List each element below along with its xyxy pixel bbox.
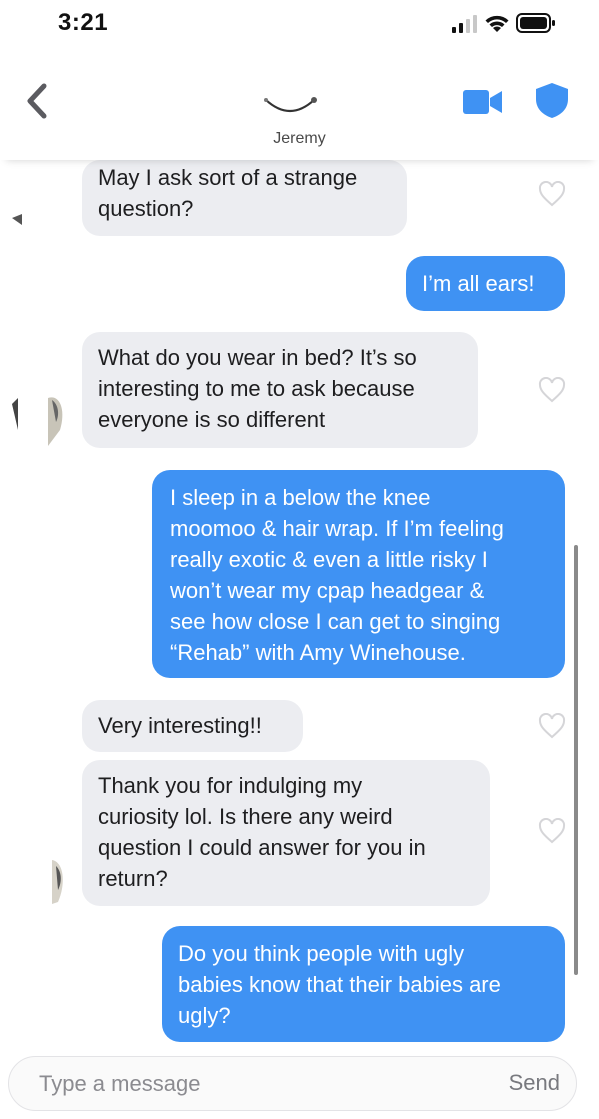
incoming-message[interactable]: May I ask sort of a strange question? bbox=[82, 160, 407, 236]
sender-avatar[interactable] bbox=[8, 178, 68, 238]
back-chevron-icon[interactable] bbox=[14, 76, 58, 126]
like-heart-icon[interactable] bbox=[538, 181, 566, 207]
video-call-icon[interactable] bbox=[462, 84, 504, 120]
wifi-icon bbox=[485, 15, 509, 32]
sender-avatar[interactable] bbox=[8, 848, 68, 908]
sender-avatar[interactable] bbox=[8, 390, 68, 450]
like-heart-icon[interactable] bbox=[538, 377, 566, 403]
chat-header: Jeremy bbox=[0, 56, 599, 160]
send-button[interactable]: Send bbox=[509, 1057, 560, 1109]
battery-icon bbox=[516, 13, 555, 33]
incoming-message[interactable]: Very interesting!! bbox=[82, 700, 303, 752]
message-input[interactable] bbox=[37, 1057, 421, 1111]
scrollbar[interactable] bbox=[574, 545, 578, 975]
composer-bar: Send bbox=[0, 1042, 599, 1119]
match-name[interactable]: Jeremy bbox=[0, 130, 599, 148]
outgoing-message[interactable]: I’m all ears! bbox=[406, 256, 565, 311]
outgoing-message[interactable]: I sleep in a below the knee moomoo & hai… bbox=[152, 470, 565, 678]
cellular-signal-icon bbox=[452, 15, 477, 33]
like-heart-icon[interactable] bbox=[538, 818, 566, 844]
incoming-message[interactable]: What do you wear in bed? It’s so interes… bbox=[82, 332, 478, 448]
like-heart-icon[interactable] bbox=[538, 713, 566, 739]
match-avatar[interactable] bbox=[258, 90, 328, 124]
safety-shield-icon[interactable] bbox=[532, 80, 572, 120]
outgoing-message[interactable]: Do you think people with ugly babies kno… bbox=[162, 926, 565, 1042]
status-bar: 3:21 bbox=[0, 0, 599, 56]
incoming-message[interactable]: Thank you for indulging my curiosity lol… bbox=[82, 760, 490, 906]
status-time: 3:21 bbox=[58, 9, 109, 36]
composer: Send bbox=[8, 1056, 577, 1111]
